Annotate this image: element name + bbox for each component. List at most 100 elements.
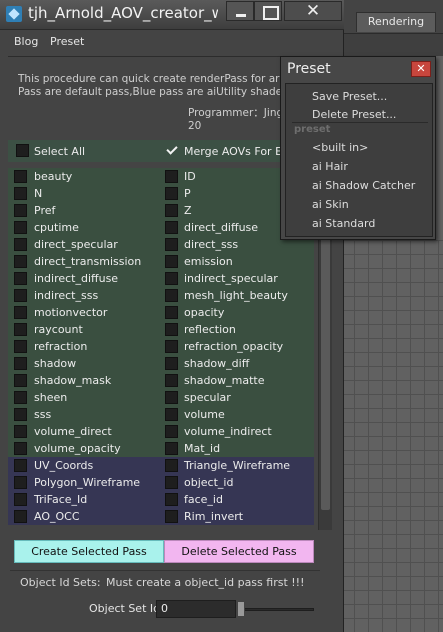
- shelf-bar: [340, 34, 443, 56]
- aov-row: TriFace_Id face_id: [8, 491, 314, 508]
- delete-preset-item[interactable]: Delete Preset...: [312, 108, 396, 121]
- aov-row: indirect_diffuse indirect_specular: [8, 270, 314, 287]
- aov-checkbox[interactable]: [14, 459, 27, 472]
- aov-row: sss volume: [8, 406, 314, 423]
- aov-checkbox[interactable]: [14, 272, 27, 285]
- aov-row: UV_Coords Triangle_Wireframe: [8, 457, 314, 474]
- maximize-button[interactable]: [254, 1, 282, 21]
- aov-checkbox[interactable]: [14, 221, 27, 234]
- object-set-id-slider[interactable]: [240, 608, 314, 611]
- aov-checkbox[interactable]: [14, 442, 27, 455]
- aov-checkbox[interactable]: [14, 340, 27, 353]
- aov-checkbox[interactable]: [14, 306, 27, 319]
- aov-label: sss: [34, 408, 52, 421]
- preset-item-ai-standard[interactable]: ai Standard: [312, 217, 375, 230]
- merge-aovs-checkbox[interactable]: [166, 144, 179, 157]
- aov-checkbox[interactable]: [14, 170, 27, 183]
- viewport-header: Rendering: [340, 0, 443, 34]
- close-button[interactable]: ✕: [284, 1, 342, 21]
- aov-checkbox[interactable]: [14, 493, 27, 506]
- slider-handle[interactable]: [237, 601, 245, 617]
- aov-row: indirect_sss mesh_light_beauty: [8, 287, 314, 304]
- aov-label: volume_indirect: [184, 425, 272, 438]
- aov-checkbox[interactable]: [165, 442, 178, 455]
- aov-checkbox[interactable]: [165, 221, 178, 234]
- preset-item-built-in[interactable]: <built in>: [312, 141, 368, 154]
- aov-label: direct_diffuse: [184, 221, 259, 234]
- preset-item-ai-skin[interactable]: ai Skin: [312, 198, 349, 211]
- aov-label: indirect_sss: [34, 289, 99, 302]
- aov-checkbox[interactable]: [14, 391, 27, 404]
- aov-checkbox[interactable]: [165, 459, 178, 472]
- aov-checkbox[interactable]: [14, 255, 27, 268]
- aov-checkbox[interactable]: [165, 323, 178, 336]
- aov-label: AO_OCC: [34, 510, 80, 523]
- create-selected-pass-button[interactable]: Create Selected Pass: [14, 540, 164, 563]
- aov-checkbox[interactable]: [165, 510, 178, 523]
- aov-checkbox[interactable]: [14, 408, 27, 421]
- title-bar[interactable]: tjh_Arnold_AOV_creator_w... ✕: [0, 0, 344, 30]
- preset-item-ai-hair[interactable]: ai Hair: [312, 160, 348, 173]
- aov-row: motionvector opacity: [8, 304, 314, 321]
- aov-label: cputime: [34, 221, 79, 234]
- aov-checkbox[interactable]: [14, 204, 27, 217]
- aov-checkbox[interactable]: [14, 374, 27, 387]
- aov-checkbox[interactable]: [14, 187, 27, 200]
- aov-label: shadow: [34, 357, 77, 370]
- aov-checkbox[interactable]: [165, 187, 178, 200]
- aov-label: sheen: [34, 391, 68, 404]
- tab-rendering[interactable]: Rendering: [356, 12, 436, 32]
- aov-checkbox[interactable]: [14, 476, 27, 489]
- aov-row: NP: [8, 185, 314, 202]
- aov-checkbox[interactable]: [165, 493, 178, 506]
- viewport-grid[interactable]: [340, 240, 443, 632]
- aov-checkbox[interactable]: [165, 306, 178, 319]
- preset-close-button[interactable]: ✕: [411, 61, 431, 77]
- aov-checkbox[interactable]: [165, 476, 178, 489]
- aov-checkbox[interactable]: [165, 238, 178, 251]
- aov-checkbox[interactable]: [14, 510, 27, 523]
- object-set-id-field[interactable]: 0: [156, 600, 236, 618]
- aov-checkbox[interactable]: [14, 357, 27, 370]
- aov-checkbox[interactable]: [165, 272, 178, 285]
- merge-aovs-label: Merge AOVs For Ex: [184, 145, 289, 158]
- aov-checkbox[interactable]: [165, 340, 178, 353]
- menu-preset[interactable]: Preset: [50, 35, 84, 48]
- aov-label: shadow_diff: [184, 357, 250, 370]
- aov-checkbox[interactable]: [14, 323, 27, 336]
- aov-label: UV_Coords: [34, 459, 94, 472]
- aov-row: shadow shadow_diff: [8, 355, 314, 372]
- aov-checkbox[interactable]: [165, 374, 178, 387]
- aov-label: direct_sss: [184, 238, 239, 251]
- aov-checkbox[interactable]: [165, 204, 178, 217]
- aov-checkbox[interactable]: [165, 425, 178, 438]
- aov-label: TriFace_Id: [34, 493, 88, 506]
- aov-row: volume_direct volume_indirect: [8, 423, 314, 440]
- aov-label: volume_opacity: [34, 442, 121, 455]
- preset-item-ai-shadow-catcher[interactable]: ai Shadow Catcher: [312, 179, 415, 192]
- aov-row: cputime direct_diffuse: [8, 219, 314, 236]
- aov-checkbox[interactable]: [165, 255, 178, 268]
- minimize-button[interactable]: [226, 1, 254, 21]
- aov-row: refraction refraction_opacity: [8, 338, 314, 355]
- aov-label: Rim_invert: [184, 510, 244, 523]
- aov-label: face_id: [184, 493, 223, 506]
- aov-label: beauty: [34, 170, 73, 183]
- aov-checkbox[interactable]: [165, 391, 178, 404]
- aov-row: raycount reflection: [8, 321, 314, 338]
- aov-checkbox[interactable]: [14, 289, 27, 302]
- delete-selected-pass-button[interactable]: Delete Selected Pass: [164, 540, 314, 563]
- aov-label: mesh_light_beauty: [184, 289, 288, 302]
- aov-checkbox[interactable]: [165, 357, 178, 370]
- aov-checkbox[interactable]: [165, 289, 178, 302]
- menu-bar: Blog Preset: [8, 32, 338, 52]
- aov-checkbox[interactable]: [165, 170, 178, 183]
- menu-blog[interactable]: Blog: [14, 35, 38, 48]
- select-all-checkbox[interactable]: [16, 144, 29, 157]
- save-preset-item[interactable]: Save Preset...: [312, 90, 387, 103]
- aov-checkbox[interactable]: [165, 408, 178, 421]
- select-options-row: Select All Merge AOVs For Ex: [8, 140, 318, 162]
- aov-label: Z: [184, 204, 192, 217]
- aov-checkbox[interactable]: [14, 238, 27, 251]
- aov-checkbox[interactable]: [14, 425, 27, 438]
